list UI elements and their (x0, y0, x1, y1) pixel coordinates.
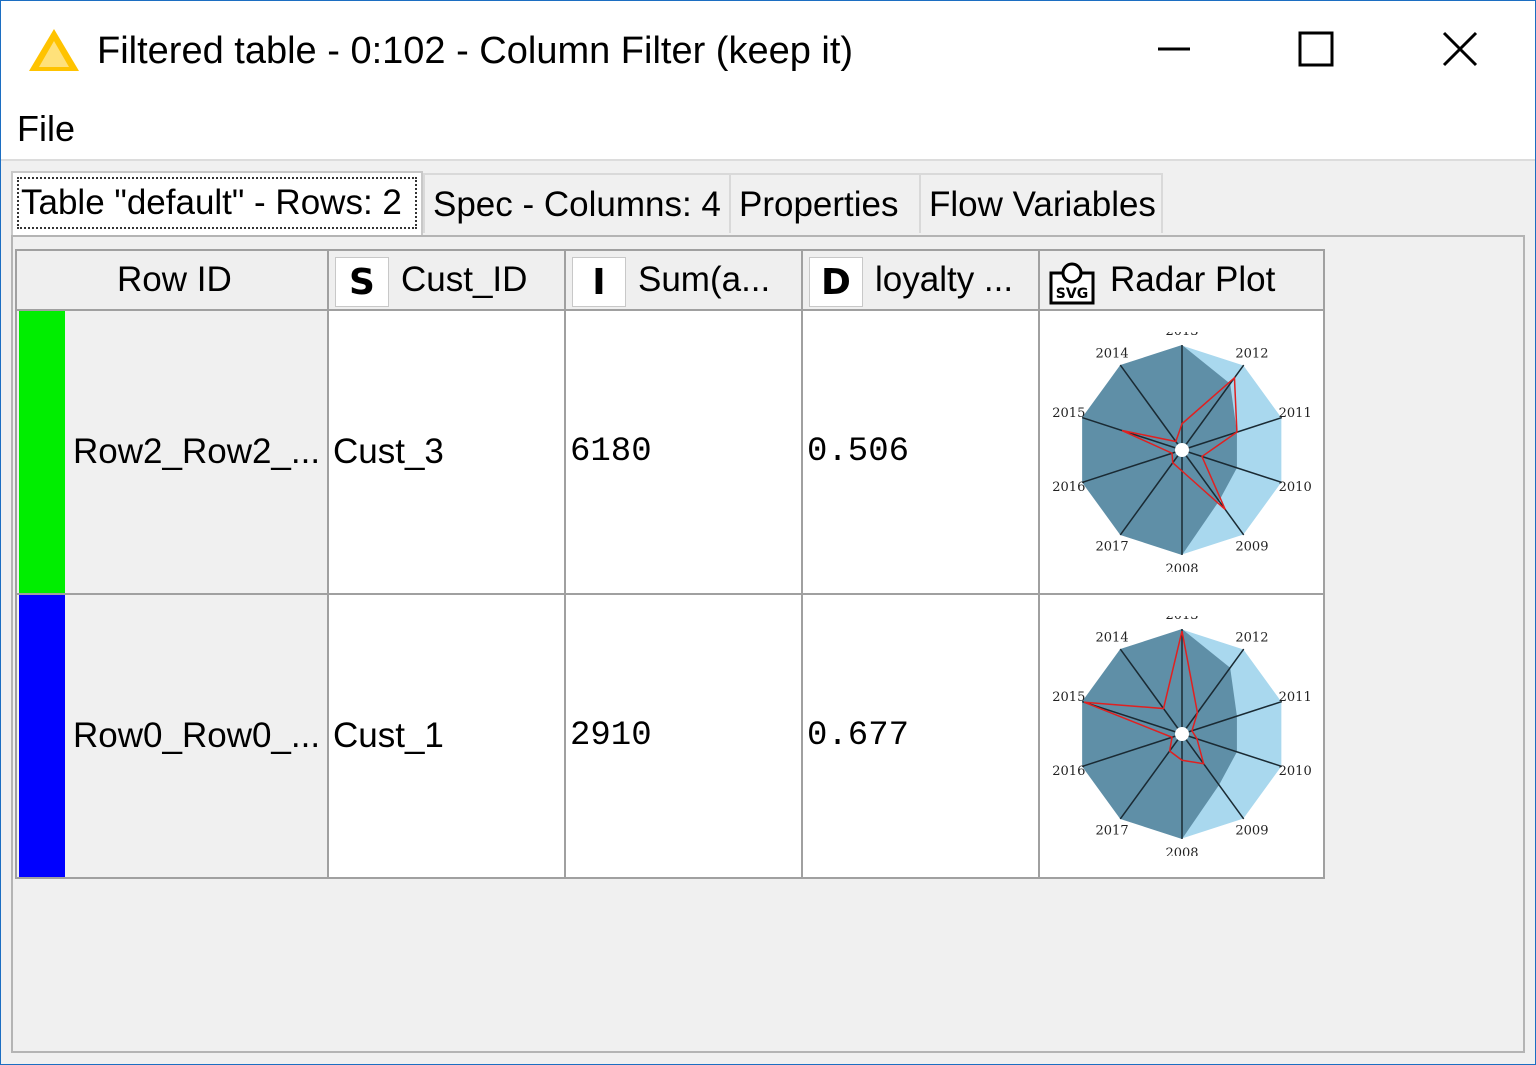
cell-text: 6180 (570, 433, 652, 471)
radar-axis-label: 2008 (1165, 562, 1198, 572)
radar-axis-label: 2012 (1235, 631, 1268, 646)
row-id-text: Row2_Row2_... (73, 432, 321, 471)
minimize-icon (1158, 47, 1190, 51)
row-id-text: Row0_Row0_... (73, 716, 321, 755)
column-header-radar-plot[interactable]: SVG Radar Plot (1040, 249, 1325, 311)
table-cell-radar-plot[interactable]: 2013 2012 2011 2010 2009 2008 2017 2016 2015 2014 (1040, 311, 1325, 595)
row-color-indicator (19, 595, 65, 877)
radar-axis-label: 2014 (1095, 631, 1128, 646)
column-header-label: loyalty ... (875, 260, 1014, 299)
tab-table-label: Table "default" - Rows: 2 (21, 183, 402, 222)
column-header-label: Sum(a... (638, 260, 771, 299)
radar-axis-label: 2011 (1278, 406, 1311, 421)
radar-axis-label: 2009 (1235, 539, 1268, 554)
cell-text: 0.677 (807, 717, 910, 755)
minimize-button[interactable] (1129, 15, 1219, 83)
radar-axis-label: 2016 (1052, 480, 1085, 495)
radar-center (1174, 727, 1189, 741)
tab-table[interactable]: Table "default" - Rows: 2 (11, 171, 423, 235)
table-cell-sum[interactable]: 6180 (566, 311, 803, 595)
table-row-id-cell[interactable]: Row0_Row0_... (15, 595, 329, 879)
column-header-loyalty[interactable]: D loyalty ... (803, 249, 1040, 311)
cell-text: Cust_1 (333, 716, 444, 755)
window: Filtered table - 0:102 - Column Filter (… (0, 0, 1536, 1065)
table-panel: Row ID S Cust_ID I Sum(a... D loyalty ..… (11, 235, 1525, 1053)
svg-type-icon: SVG (1049, 262, 1095, 305)
radar-axis-label: 2010 (1278, 480, 1311, 495)
radar-plot-image: 2013 2012 2011 2010 2009 2008 2017 2016 2015 2014 (1052, 616, 1311, 856)
radar-axis-label: 2010 (1278, 764, 1311, 779)
radar-axis-label: 2017 (1095, 823, 1128, 838)
radar-axis-label: 2011 (1278, 690, 1311, 705)
close-button[interactable] (1415, 15, 1505, 83)
table-cell-radar-plot[interactable]: 2013 2012 2011 2010 2009 2008 2017 2016 2015 2014 (1040, 595, 1325, 879)
table-row-id-cell[interactable]: Row2_Row2_... (15, 311, 329, 595)
cell-text: Cust_3 (333, 432, 444, 471)
column-header-sum[interactable]: I Sum(a... (566, 249, 803, 311)
radar-axis-label: 2013 (1165, 332, 1198, 339)
tab-flow-variables[interactable]: Flow Variables (919, 173, 1163, 233)
column-header-cust-id[interactable]: S Cust_ID (329, 249, 566, 311)
table-cell-loyalty[interactable]: 0.506 (803, 311, 1040, 595)
radar-plot-image: 2013 2012 2011 2010 2009 2008 2017 2016 2015 2014 (1052, 332, 1311, 572)
cell-text: 2910 (570, 717, 652, 755)
tab-spec[interactable]: Spec - Columns: 4 (423, 173, 731, 233)
menu-file[interactable]: File (17, 107, 75, 151)
radar-axis-label: 2013 (1165, 616, 1198, 623)
title-bar[interactable]: Filtered table - 0:102 - Column Filter (… (1, 1, 1535, 99)
double-type-icon: D (809, 257, 863, 307)
table-cell-cust-id[interactable]: Cust_1 (329, 595, 566, 879)
radar-axis-label: 2017 (1095, 539, 1128, 554)
column-header-label: Radar Plot (1110, 260, 1276, 299)
radar-axis-label: 2014 (1095, 347, 1128, 362)
warning-triangle-icon (29, 29, 79, 71)
maximize-button[interactable] (1271, 15, 1361, 83)
integer-type-icon: I (572, 257, 626, 307)
radar-axis-label: 2015 (1052, 406, 1085, 421)
column-header-label: Cust_ID (401, 260, 528, 299)
window-title: Filtered table - 0:102 - Column Filter (… (97, 30, 854, 72)
tab-flow-variables-label: Flow Variables (929, 185, 1156, 224)
radar-center (1174, 443, 1189, 457)
menu-bar: File (1, 99, 1535, 161)
table-cell-sum[interactable]: 2910 (566, 595, 803, 879)
radar-axis-label: 2008 (1165, 846, 1198, 856)
table-cell-cust-id[interactable]: Cust_3 (329, 311, 566, 595)
tab-spec-label: Spec - Columns: 4 (433, 185, 721, 224)
maximize-icon (1298, 31, 1334, 67)
row-color-indicator (19, 311, 65, 593)
table-cell-loyalty[interactable]: 0.677 (803, 595, 1040, 879)
radar-axis-label: 2012 (1235, 347, 1268, 362)
column-header-label: Row ID (117, 260, 232, 299)
string-type-icon: S (335, 257, 389, 307)
svg-text:SVG: SVG (1056, 286, 1088, 302)
cell-text: 0.506 (807, 433, 910, 471)
radar-axis-label: 2016 (1052, 764, 1085, 779)
radar-axis-label: 2015 (1052, 690, 1085, 705)
tab-properties[interactable]: Properties (729, 173, 921, 233)
close-icon (1442, 31, 1478, 67)
tab-properties-label: Properties (739, 185, 899, 224)
radar-axis-label: 2009 (1235, 823, 1268, 838)
column-header-row-id[interactable]: Row ID (15, 249, 329, 311)
